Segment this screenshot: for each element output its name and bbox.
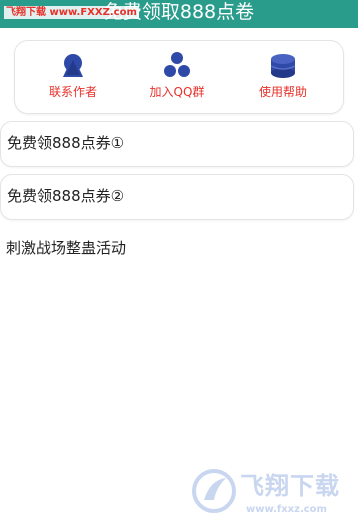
join-qq-group-label: 加入QQ群 <box>149 85 205 99</box>
database-icon <box>270 54 296 78</box>
activity-link[interactable]: 刺激战场整蛊活动 <box>6 239 126 257</box>
quick-actions-bar: 联系作者 加入QQ群 使用帮助 <box>14 40 344 114</box>
title-bar: 免费领取888点卷 飞翔下载 www.FXXZ.com <box>0 0 358 28</box>
join-qq-group-button[interactable]: 加入QQ群 <box>127 51 227 107</box>
group-icon <box>164 52 190 77</box>
footer-watermark: 飞翔下载 www.fxxz.com <box>192 462 352 522</box>
person-icon <box>63 54 83 77</box>
coupon-card-1[interactable]: 免费领888点券① <box>0 121 354 167</box>
coupon-card-1-label: 免费领888点券① <box>7 134 125 152</box>
coupon-card-2[interactable]: 免费领888点券② <box>0 174 354 220</box>
help-label: 使用帮助 <box>258 85 307 99</box>
watermark-text: 飞翔下载 www.FXXZ.com <box>4 6 139 19</box>
contact-author-label: 联系作者 <box>48 85 97 99</box>
help-button[interactable]: 使用帮助 <box>233 51 333 107</box>
contact-author-button[interactable]: 联系作者 <box>23 51 123 107</box>
logo-icon <box>192 469 236 513</box>
coupon-card-2-label: 免费领888点券② <box>7 187 125 205</box>
footer-watermark-text: 飞翔下载 <box>240 472 340 500</box>
footer-watermark-url: www.fxxz.com <box>246 504 327 515</box>
